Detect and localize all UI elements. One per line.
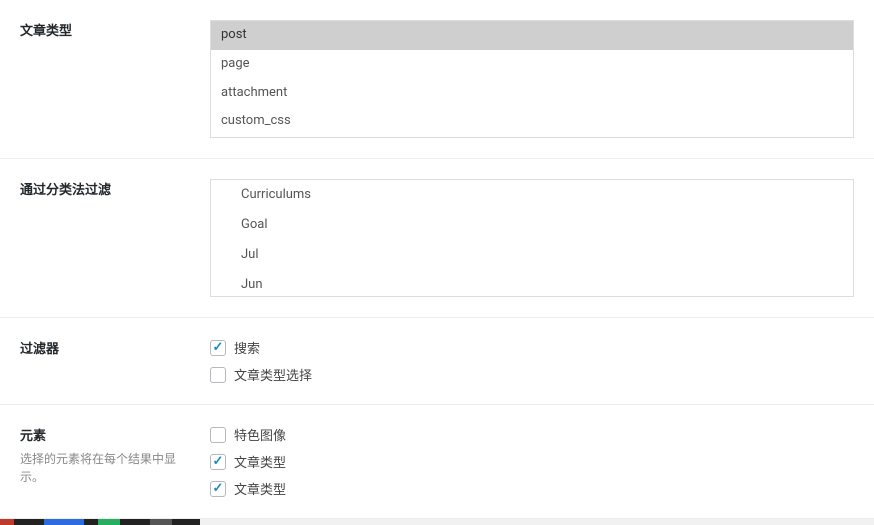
row-filters: 过滤器 搜索 文章类型选择	[0, 318, 874, 405]
taxonomy-listbox[interactable]: Curriculums Goal Jul Jun News & Events	[210, 179, 854, 297]
checkbox-post-type-1[interactable]	[210, 454, 226, 470]
post-type-option[interactable]: custom_css	[211, 107, 853, 136]
checkbox-label: 文章类型选择	[234, 365, 312, 384]
taxonomy-option[interactable]: Goal	[211, 210, 853, 240]
widget-form-table: 文章类型 post page attachment custom_css cus…	[0, 0, 874, 519]
filter-checkbox-row[interactable]: 搜索	[210, 338, 854, 357]
row-elements: 元素 选择的元素将在每个结果中显示。 特色图像 文章类型 文章类型	[0, 405, 874, 519]
label-elements: 元素	[20, 429, 46, 444]
checkbox-label: 特色图像	[234, 425, 286, 444]
element-checkbox-row[interactable]: 文章类型	[210, 479, 854, 498]
label-post-type: 文章类型	[20, 24, 72, 39]
row-post-type: 文章类型 post page attachment custom_css cus…	[0, 0, 874, 159]
row-taxonomy-filter: 通过分类法过滤 Curriculums Goal Jul Jun News & …	[0, 159, 874, 318]
taxonomy-option[interactable]: Jul	[211, 240, 853, 270]
taxonomy-option[interactable]: Curriculums	[211, 180, 853, 210]
label-taxonomy-filter: 通过分类法过滤	[20, 183, 111, 198]
post-type-option[interactable]: attachment	[211, 79, 853, 108]
post-type-option[interactable]: post	[211, 21, 853, 50]
element-checkbox-row[interactable]: 特色图像	[210, 425, 854, 444]
checkbox-post-type-2[interactable]	[210, 481, 226, 497]
checkbox-post-type-select[interactable]	[210, 367, 226, 383]
element-checkbox-row[interactable]: 文章类型	[210, 452, 854, 471]
post-type-option[interactable]: page	[211, 50, 853, 79]
taxonomy-option[interactable]: Jun	[211, 270, 853, 297]
checkbox-label: 搜索	[234, 338, 260, 357]
checkbox-label: 文章类型	[234, 479, 286, 498]
post-type-option[interactable]: customize_changeset	[211, 136, 853, 138]
checkbox-search[interactable]	[210, 340, 226, 356]
label-elements-desc: 选择的元素将在每个结果中显示。	[20, 450, 190, 486]
filter-checkbox-row[interactable]: 文章类型选择	[210, 365, 854, 384]
checkbox-featured-image[interactable]	[210, 427, 226, 443]
os-taskbar-fragment	[0, 519, 200, 525]
post-type-listbox[interactable]: post page attachment custom_css customiz…	[210, 20, 854, 138]
checkbox-label: 文章类型	[234, 452, 286, 471]
label-filters: 过滤器	[20, 342, 59, 357]
